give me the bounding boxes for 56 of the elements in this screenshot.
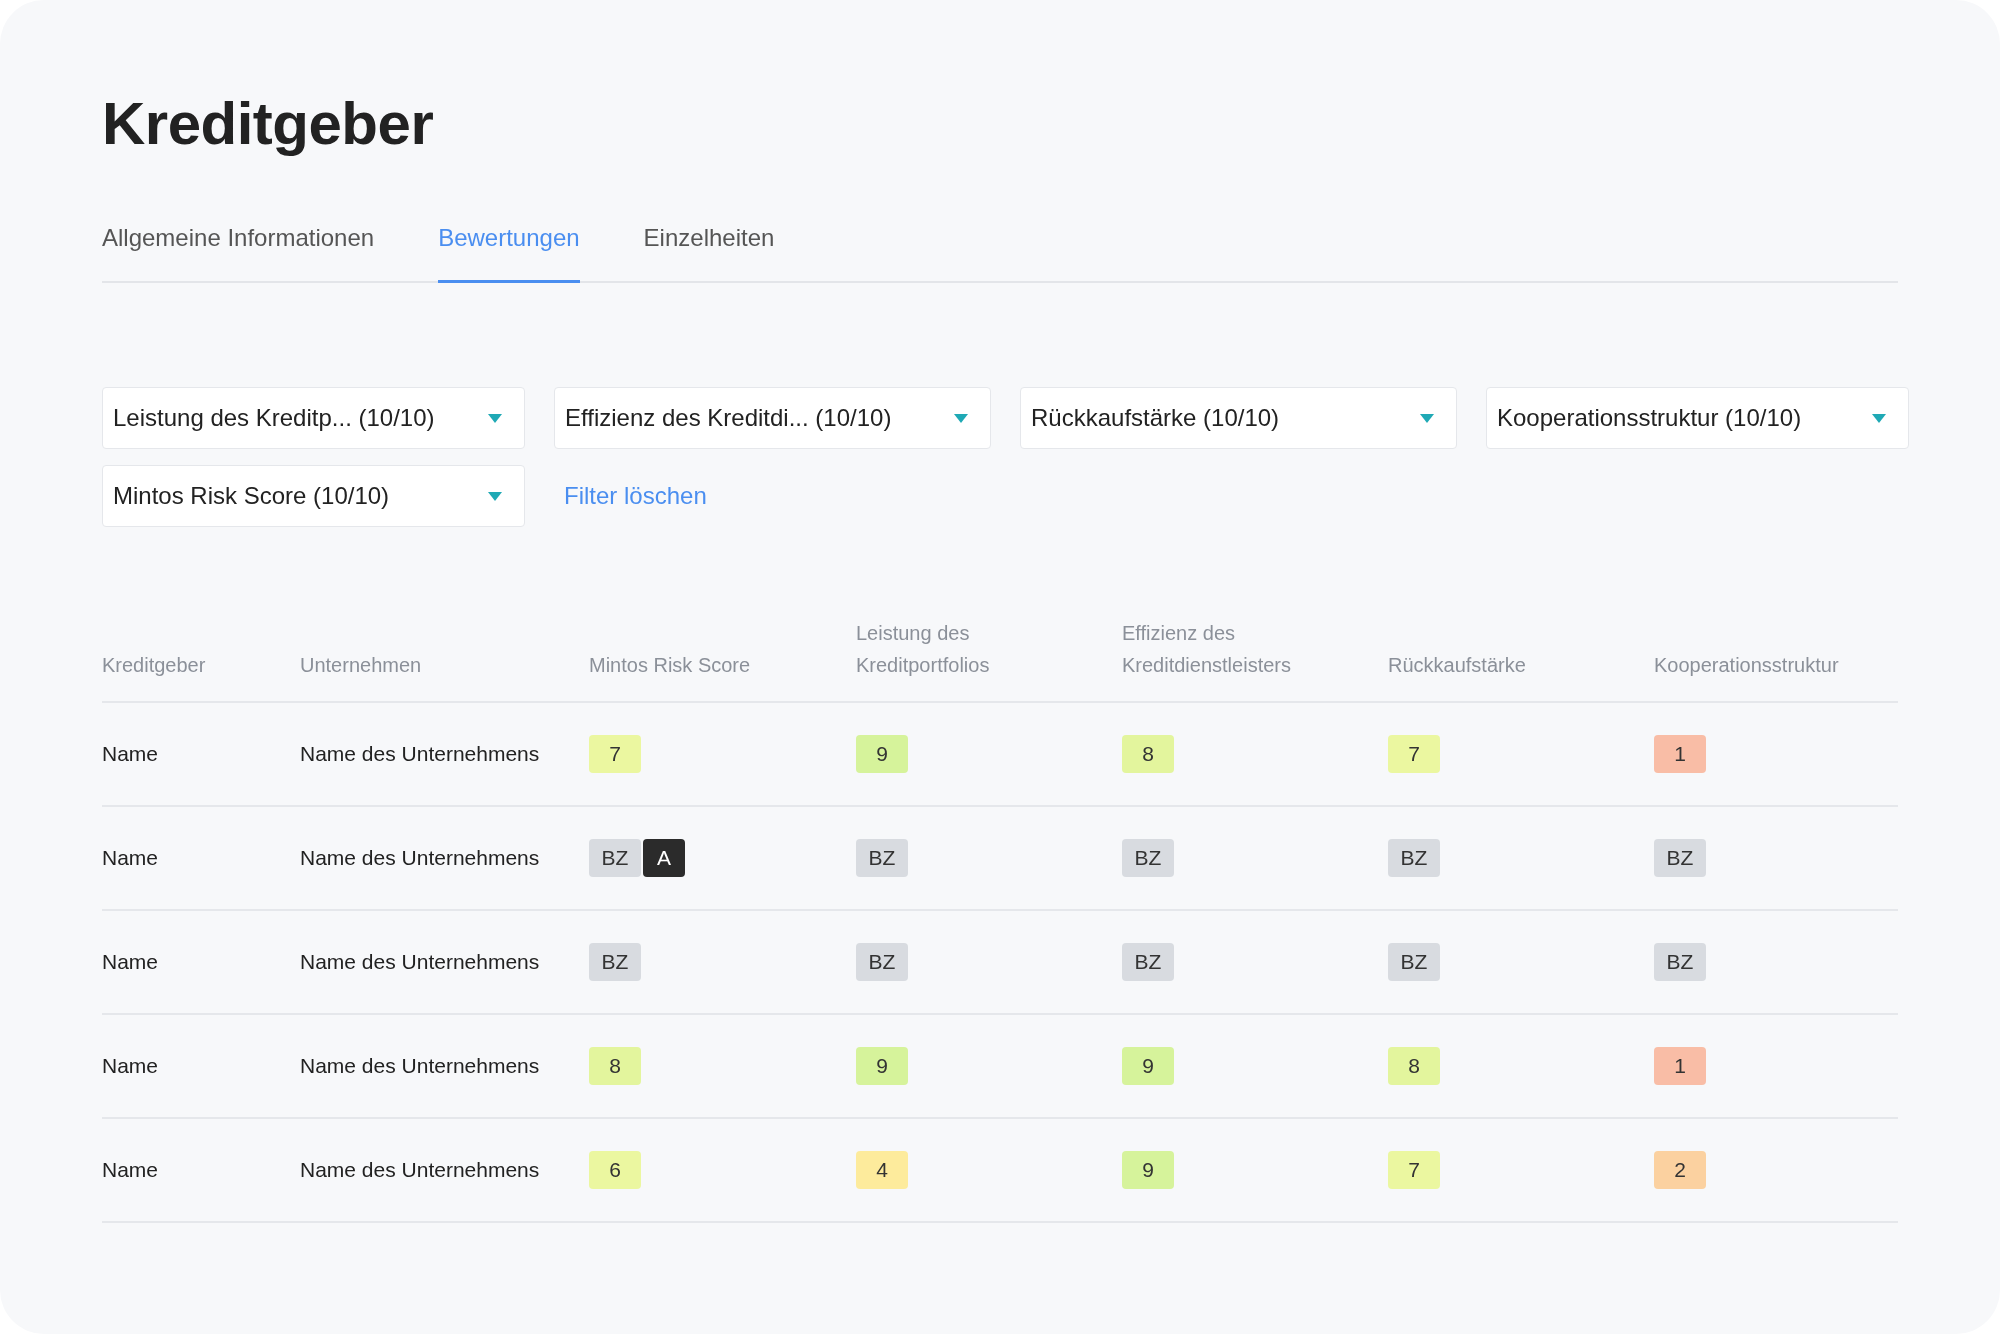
table-cell-text: Name des Unternehmens: [300, 846, 541, 870]
score-badge: 8: [1122, 735, 1174, 773]
column-header: Kooperationsstruktur: [1654, 653, 1840, 678]
table-cell-text: Name des Unternehmens: [300, 1158, 541, 1182]
table-cell-text: Name des Unternehmens: [300, 742, 541, 766]
table-cell-text: Name: [102, 742, 160, 766]
rating-badge: BZ: [1122, 839, 1174, 877]
score-badge: 2: [1654, 1151, 1706, 1189]
rating-badge: BZ: [856, 839, 908, 877]
rating-badge: BZ: [589, 839, 641, 877]
rating-badge: BZ: [1654, 943, 1706, 981]
filter-dropdown[interactable]: Kooperationsstruktur (10/10): [1486, 387, 1909, 449]
column-header: Kreditgeber: [102, 653, 207, 678]
column-header: Leistung des Kreditportfolios: [856, 621, 991, 678]
caret-icon: [1420, 413, 1434, 423]
rating-badge: A: [643, 839, 685, 877]
caret-icon: [488, 413, 502, 423]
tab[interactable]: Einzelheiten: [643, 224, 775, 283]
table-cell-text: Name: [102, 1054, 160, 1078]
filter-dropdown[interactable]: Rückkaufstärke (10/10): [1020, 387, 1457, 449]
score-badge: 6: [589, 1151, 641, 1189]
score-badge: 1: [1654, 735, 1706, 773]
rating-badge: BZ: [1654, 839, 1706, 877]
filter-dropdown[interactable]: Effizienz des Kreditdi... (10/10): [554, 387, 991, 449]
page-title: Kreditgeber: [102, 89, 435, 159]
table-cell-text: Name: [102, 846, 160, 870]
caret-icon: [1872, 413, 1886, 423]
score-badge: 7: [1388, 735, 1440, 773]
score-badge: 9: [856, 735, 908, 773]
column-header: Mintos Risk Score: [589, 653, 752, 678]
score-badge: 9: [856, 1047, 908, 1085]
rating-badge: BZ: [856, 943, 908, 981]
table-cell-text: Name des Unternehmens: [300, 1054, 541, 1078]
filter-dropdown[interactable]: Mintos Risk Score (10/10): [102, 465, 525, 527]
tab[interactable]: Allgemeine Informationen: [102, 224, 375, 283]
score-badge: 7: [589, 735, 641, 773]
score-badge: 1: [1654, 1047, 1706, 1085]
column-header: Effizienz des Kreditdienstleisters: [1122, 621, 1292, 678]
score-badge: 9: [1122, 1151, 1174, 1189]
rating-badge: BZ: [1388, 943, 1440, 981]
score-badge: 8: [1388, 1047, 1440, 1085]
score-badge: 8: [589, 1047, 641, 1085]
score-badge: 4: [856, 1151, 908, 1189]
table-cell-text: Name des Unternehmens: [300, 950, 541, 974]
table-cell-text: Name: [102, 1158, 160, 1182]
column-header: Unternehmen: [300, 653, 423, 678]
filter-dropdown[interactable]: Leistung des Kreditp... (10/10): [102, 387, 525, 449]
rating-badge: BZ: [1122, 943, 1174, 981]
table-cell-text: Name: [102, 950, 160, 974]
column-header: Rückkaufstärke: [1388, 653, 1527, 678]
caret-icon: [954, 413, 968, 423]
caret-icon: [488, 491, 502, 501]
rating-badge: BZ: [1388, 839, 1440, 877]
score-badge: 7: [1388, 1151, 1440, 1189]
score-badge: 9: [1122, 1047, 1174, 1085]
rating-badge: BZ: [589, 943, 641, 981]
